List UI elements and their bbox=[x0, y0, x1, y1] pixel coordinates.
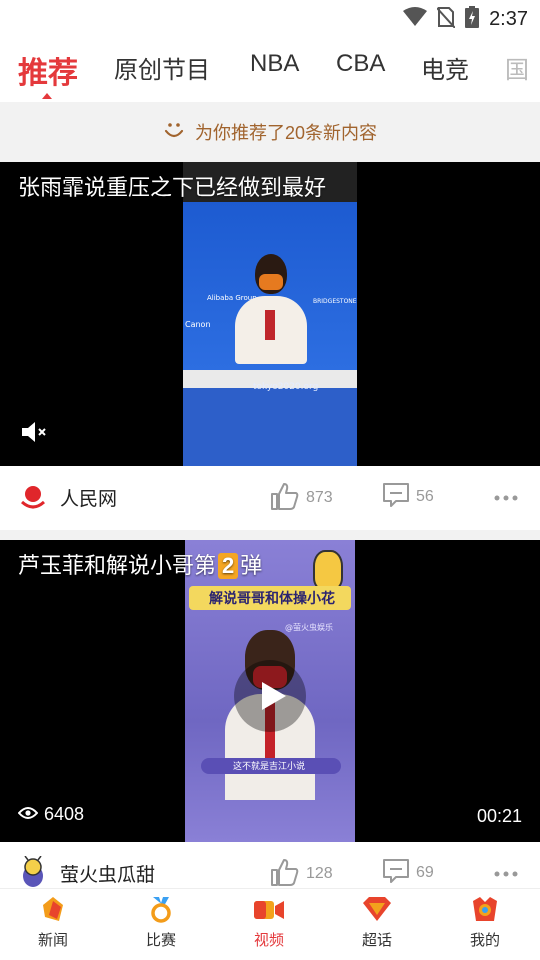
source-avatar[interactable] bbox=[18, 855, 48, 892]
sponsor-text: Canon bbox=[185, 320, 211, 329]
nav-matches[interactable]: 比赛 bbox=[116, 895, 206, 950]
tab-cba[interactable]: CBA bbox=[336, 50, 385, 78]
refresh-banner-text: 为你推荐了20条新内容 bbox=[194, 123, 378, 143]
comment-icon bbox=[382, 858, 410, 888]
thumbnail-banner-text: 解说哥哥和体操小花 bbox=[209, 591, 335, 607]
eye-icon bbox=[17, 805, 39, 824]
sponsor-text: BRIDGESTONE bbox=[313, 298, 357, 305]
more-options-icon[interactable] bbox=[494, 486, 518, 505]
like-count: 128 bbox=[306, 865, 333, 882]
comment-icon bbox=[382, 482, 410, 512]
like-button[interactable]: 128 bbox=[270, 858, 333, 890]
channel-tabs: 推荐 原创节目 NBA CBA 电竞 国 bbox=[0, 36, 540, 102]
no-sim-icon bbox=[436, 6, 456, 32]
mascot-image bbox=[313, 550, 343, 590]
nav-label: 新闻 bbox=[37, 932, 68, 949]
nav-label: 我的 bbox=[469, 932, 500, 949]
video-title-number: 2 bbox=[218, 553, 239, 579]
medal-icon bbox=[147, 897, 175, 927]
video-duration: 00:21 bbox=[476, 806, 522, 826]
card-footer-1: 人民网 873 56 bbox=[0, 466, 540, 530]
video-player-1[interactable]: 张雨霏说重压之下已经做到最好 Alibaba Group BRIDGESTONE… bbox=[0, 162, 540, 466]
like-button[interactable]: 873 bbox=[270, 482, 333, 514]
video-camera-icon bbox=[253, 901, 285, 927]
clock-time: 2:37 bbox=[489, 7, 528, 30]
comment-button[interactable]: 56 bbox=[382, 482, 434, 512]
battery-charging-icon bbox=[465, 6, 480, 32]
like-count: 873 bbox=[306, 489, 333, 506]
video-title-part: 弹 bbox=[240, 553, 263, 578]
source-logo[interactable] bbox=[18, 482, 48, 516]
nav-news[interactable]: 新闻 bbox=[8, 895, 98, 950]
tab-original-programs[interactable]: 原创节目 bbox=[114, 50, 210, 85]
diamond-icon bbox=[361, 897, 393, 927]
nav-video[interactable]: 视频 bbox=[224, 895, 314, 950]
refresh-banner: 为你推荐了20条新内容 bbox=[0, 102, 540, 162]
nav-label: 视频 bbox=[253, 932, 284, 949]
video-player-2[interactable]: 芦玉菲和解说小哥第 2 弹 解说哥哥和体操小花 @萤火虫娱乐 这不就是吉江小说 64… bbox=[0, 540, 540, 842]
site-text: tokyo2020.org bbox=[253, 382, 319, 392]
nav-label: 超话 bbox=[361, 932, 392, 949]
thumbs-up-icon bbox=[270, 858, 300, 890]
profile-icon bbox=[470, 897, 500, 927]
source-name[interactable]: 人民网 bbox=[60, 484, 117, 511]
bottom-navigation: 新闻 比赛 视频 超话 我的 bbox=[0, 888, 540, 960]
more-options-icon[interactable] bbox=[494, 862, 518, 881]
tab-partial[interactable]: 国 bbox=[505, 50, 529, 85]
nav-profile[interactable]: 我的 bbox=[440, 895, 530, 950]
mute-icon[interactable] bbox=[20, 420, 50, 448]
play-icon[interactable] bbox=[232, 658, 308, 738]
nav-super-topic[interactable]: 超话 bbox=[332, 895, 422, 950]
view-count: 6408 bbox=[44, 804, 85, 824]
smile-icon bbox=[163, 119, 185, 145]
status-bar: 2:37 bbox=[0, 0, 540, 36]
wifi-icon bbox=[403, 7, 428, 31]
view-count-group: 6408 bbox=[17, 804, 85, 825]
video-title: 张雨霏说重压之下已经做到最好 bbox=[18, 175, 327, 200]
thumbs-up-icon bbox=[270, 482, 300, 514]
comment-button[interactable]: 69 bbox=[382, 858, 434, 888]
source-name[interactable]: 萤火虫瓜甜 bbox=[60, 860, 155, 887]
tab-esports[interactable]: 电竞 bbox=[421, 50, 469, 85]
nav-label: 比赛 bbox=[145, 932, 176, 949]
active-tab-indicator bbox=[42, 93, 52, 99]
thumbnail-caption: 这不就是吉江小说 bbox=[233, 762, 306, 772]
news-icon bbox=[39, 897, 67, 927]
video-title: 芦玉菲和解说小哥第 2 弹 bbox=[18, 548, 262, 580]
tab-recommend[interactable]: 推荐 bbox=[18, 48, 78, 92]
tab-nba[interactable]: NBA bbox=[250, 50, 299, 78]
person-figure bbox=[231, 254, 311, 364]
video-title-part: 芦玉菲和解说小哥第 bbox=[18, 553, 217, 578]
comment-count: 69 bbox=[416, 864, 434, 881]
video-thumbnail: Alibaba Group BRIDGESTONE Canon tokyo202… bbox=[183, 162, 357, 466]
comment-count: 56 bbox=[416, 488, 434, 505]
